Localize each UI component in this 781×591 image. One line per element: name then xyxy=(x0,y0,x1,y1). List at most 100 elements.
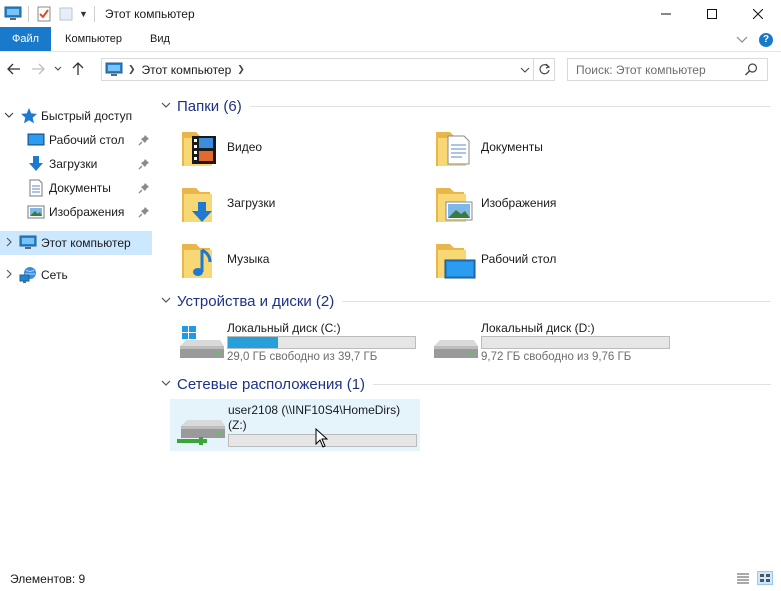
sidebar-item-quick-access[interactable]: Быстрый доступ xyxy=(0,104,152,128)
window-title: Этот компьютер xyxy=(104,6,195,21)
sidebar-item-label: Быстрый доступ xyxy=(41,109,133,123)
folder-tile-pictures[interactable]: Изображения xyxy=(414,176,664,228)
folder-label: Рабочий стол xyxy=(481,252,557,266)
drive-free-space: 29,0 ГБ свободно из 39,7 ГБ xyxy=(227,351,378,363)
documents-folder-icon xyxy=(434,126,482,170)
drive-tile-c[interactable]: Локальный диск (C:) 29,0 ГБ свободно из … xyxy=(170,316,420,368)
sidebar-item-label: Документы xyxy=(49,181,111,195)
tab-file[interactable]: Файл xyxy=(0,27,52,51)
pin-icon[interactable] xyxy=(138,158,150,170)
pin-icon[interactable] xyxy=(138,206,150,218)
expanded-chevron-icon[interactable] xyxy=(4,111,14,121)
folder-tile-desktop[interactable]: Рабочий стол xyxy=(414,232,664,284)
search-placeholder: Поиск: Этот компьютер xyxy=(576,62,706,77)
sidebar-item-documents[interactable]: Документы xyxy=(0,176,152,200)
sidebar-item-label: Этот компьютер xyxy=(41,236,131,250)
maximize-button[interactable] xyxy=(689,0,735,27)
desktop-icon xyxy=(27,131,45,149)
sidebar-item-this-pc[interactable]: Этот компьютер xyxy=(0,231,152,255)
navigation-pane: Быстрый доступ Рабочий стол Загрузки Док… xyxy=(0,100,152,560)
chevron-right-icon[interactable]: ❯ xyxy=(237,64,245,75)
collapsed-chevron-icon[interactable] xyxy=(4,269,14,281)
group-title: Устройства и диски (2) xyxy=(177,292,335,310)
pictures-icon xyxy=(27,203,45,221)
videos-folder-icon xyxy=(180,126,228,170)
network-icon xyxy=(19,266,37,284)
refresh-button[interactable] xyxy=(533,59,554,80)
folder-label: Документы xyxy=(481,140,543,154)
folder-tile-music[interactable]: Музыка xyxy=(160,232,410,284)
navigation-row: ❯ Этот компьютер ❯ Поиск: Этот компьютер xyxy=(0,53,781,85)
sidebar-item-pictures[interactable]: Изображения xyxy=(0,200,152,224)
folder-tile-documents[interactable]: Документы xyxy=(414,120,664,172)
this-pc-icon xyxy=(19,234,37,252)
group-collapse-chevron-icon[interactable] xyxy=(160,296,172,306)
folder-label: Загрузки xyxy=(227,196,276,210)
tab-view[interactable]: Вид xyxy=(136,27,184,51)
customize-toolbar-dropdown-icon[interactable]: ▼ xyxy=(79,9,88,19)
group-collapse-chevron-icon[interactable] xyxy=(160,101,172,111)
expand-ribbon-chevron-icon[interactable] xyxy=(733,31,751,49)
mouse-cursor-icon xyxy=(315,427,329,448)
downloads-folder-icon xyxy=(180,182,228,226)
drive-name: Локальный диск (D:) xyxy=(481,321,595,335)
divider xyxy=(93,5,95,22)
drive-name: user2108 (\\INF10S4\HomeDirs) xyxy=(228,403,401,417)
up-button[interactable] xyxy=(68,58,88,80)
sidebar-item-desktop[interactable]: Рабочий стол xyxy=(0,128,152,152)
address-history-chevron-icon[interactable] xyxy=(518,59,532,80)
sidebar-item-label: Сеть xyxy=(41,268,68,282)
folder-label: Музыка xyxy=(227,252,270,266)
properties-icon[interactable] xyxy=(35,5,53,23)
address-bar[interactable]: ❯ Этот компьютер ❯ xyxy=(101,58,555,81)
download-arrow-icon xyxy=(27,155,45,173)
star-icon xyxy=(20,107,38,125)
folder-tile-downloads[interactable]: Загрузки xyxy=(160,176,410,228)
collapsed-chevron-icon[interactable] xyxy=(4,237,14,249)
group-header-folders[interactable]: Папки (6) xyxy=(160,96,775,116)
address-path[interactable]: Этот компьютер xyxy=(142,63,232,77)
forward-button[interactable] xyxy=(28,58,48,80)
this-pc-icon[interactable] xyxy=(4,5,22,23)
desktop-folder-icon xyxy=(434,238,482,282)
details-view-icon[interactable] xyxy=(735,571,751,585)
group-header-network-locations[interactable]: Сетевые расположения (1) xyxy=(160,374,775,394)
sidebar-item-downloads[interactable]: Загрузки xyxy=(0,152,152,176)
search-input[interactable]: Поиск: Этот компьютер xyxy=(567,58,768,81)
folder-tile-videos[interactable]: Видео xyxy=(160,120,410,172)
network-drive-tile-z[interactable]: user2108 (\\INF10S4\HomeDirs) (Z:) xyxy=(170,399,420,451)
pin-icon[interactable] xyxy=(138,134,150,146)
document-icon xyxy=(27,179,45,197)
pin-icon[interactable] xyxy=(138,182,150,194)
minimize-button[interactable] xyxy=(643,0,689,27)
close-button[interactable] xyxy=(735,0,781,27)
sidebar-item-label: Загрузки xyxy=(49,157,98,171)
tiles-view-icon[interactable] xyxy=(757,571,773,585)
drive-tile-d[interactable]: Локальный диск (D:) 9,72 ГБ свободно из … xyxy=(424,316,674,368)
divider xyxy=(249,105,771,107)
chevron-right-icon[interactable]: ❯ xyxy=(128,64,136,75)
group-collapse-chevron-icon[interactable] xyxy=(160,379,172,389)
divider xyxy=(342,300,771,302)
sidebar-item-network[interactable]: Сеть xyxy=(0,263,152,287)
group-title: Сетевые расположения (1) xyxy=(177,375,366,393)
group-header-devices[interactable]: Устройства и диски (2) xyxy=(160,291,775,311)
tab-computer[interactable]: Компьютер xyxy=(51,27,136,51)
search-icon[interactable] xyxy=(744,62,759,77)
group-title: Папки (6) xyxy=(177,97,242,115)
drive-usage-fill xyxy=(228,337,279,348)
this-pc-icon xyxy=(105,62,123,78)
help-icon[interactable]: ? xyxy=(757,31,775,49)
new-folder-icon[interactable] xyxy=(57,5,75,23)
system-drive-icon xyxy=(176,324,224,364)
divider xyxy=(373,383,771,385)
item-count: Элементов: 9 xyxy=(10,571,86,586)
recent-locations-chevron-icon[interactable] xyxy=(52,58,64,80)
network-drive-icon xyxy=(177,408,225,448)
hard-drive-icon xyxy=(430,324,478,364)
drive-letter: (Z:) xyxy=(228,418,247,432)
divider xyxy=(28,5,29,22)
pictures-folder-icon xyxy=(434,182,482,226)
back-button[interactable] xyxy=(4,58,24,80)
status-bar: Элементов: 9 xyxy=(0,566,781,591)
